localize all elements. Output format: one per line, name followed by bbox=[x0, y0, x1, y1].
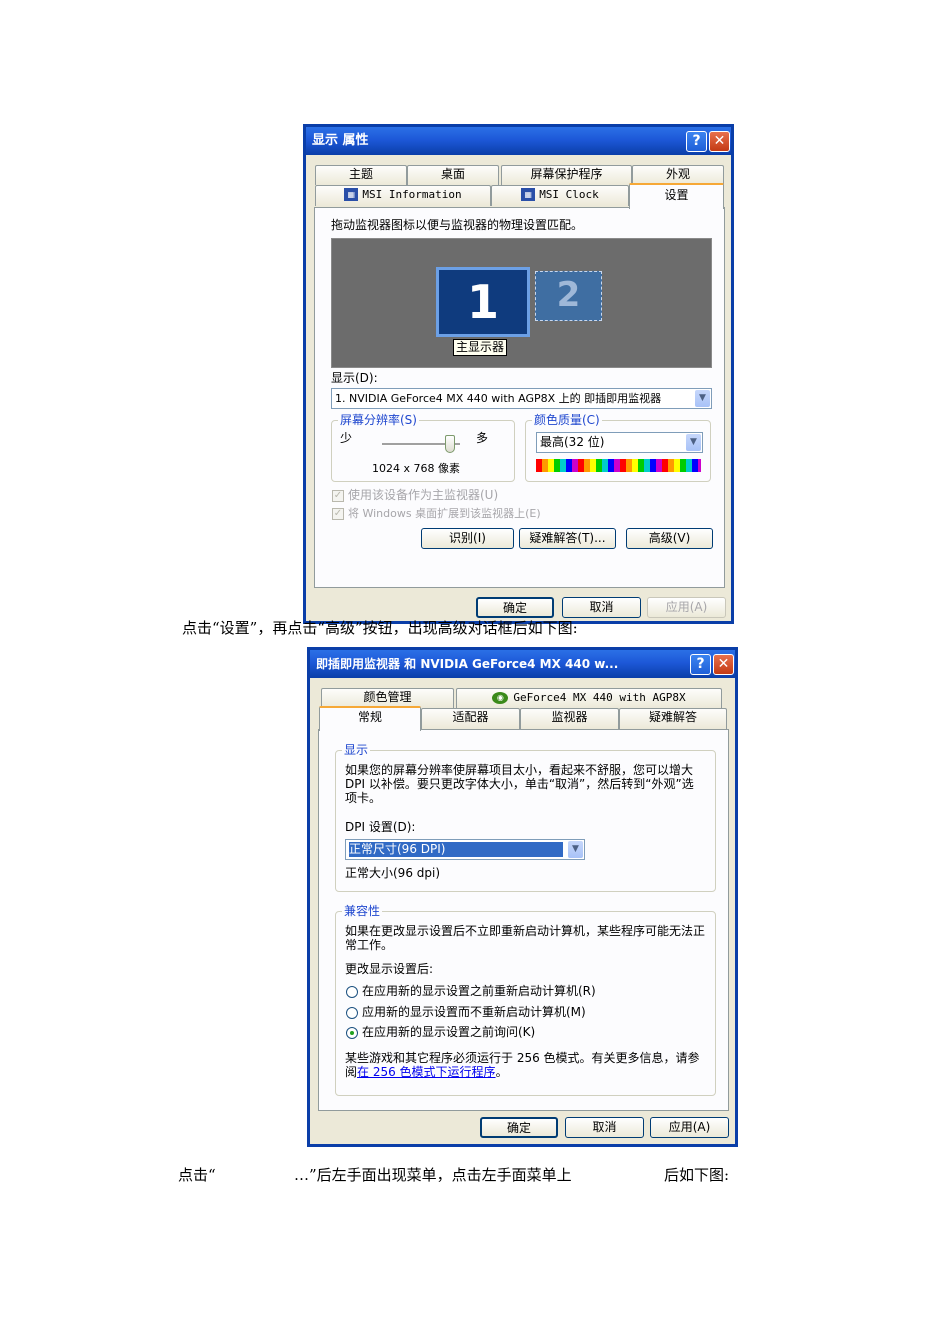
color-quality-value: 最高(32 位) bbox=[540, 435, 605, 449]
tab-color-management[interactable]: 颜色管理 bbox=[321, 688, 454, 708]
ok-button[interactable]: 确定 bbox=[476, 597, 554, 618]
monitor-2-number: 2 bbox=[556, 275, 581, 315]
tab-adapter[interactable]: 适配器 bbox=[421, 708, 520, 729]
settings-panel: 拖动监视器图标以便与监视器的物理设置匹配。 1 2 主显示器 显示(D): 1.… bbox=[314, 207, 725, 588]
instruction-line-2-part-2: …”后左手面出现菜单，点击左手面菜单上 bbox=[294, 1166, 572, 1184]
compat-footer-end: 。 bbox=[495, 1065, 508, 1079]
ask-before-apply-label[interactable]: 在应用新的显示设置之前询问(K) bbox=[362, 1025, 535, 1040]
resolution-group: 屏幕分辨率(S) 少 多 1024 x 768 像素 bbox=[331, 412, 515, 482]
restart-before-apply-radio[interactable] bbox=[346, 986, 358, 998]
tab-msi-information[interactable]: ▦ MSI Information bbox=[315, 185, 491, 206]
compat-footer: 某些游戏和其它程序必须运行于 256 色模式。有关更多信息，请参阅在 256 色… bbox=[345, 1051, 705, 1079]
resolution-more-label: 多 bbox=[476, 431, 489, 445]
color-quality-group: 颜色质量(C) 最高(32 位) ▼ bbox=[525, 412, 711, 482]
display-group: 显示 如果您的屏幕分辨率使屏幕项目太小，看起来不舒服，您可以增大 DPI 以补偿… bbox=[335, 742, 716, 892]
color-quality-select[interactable]: 最高(32 位) ▼ bbox=[536, 432, 703, 453]
msi-icon: ▦ bbox=[344, 188, 359, 201]
troubleshoot-button[interactable]: 疑难解答(T)... bbox=[519, 528, 616, 549]
chevron-down-icon[interactable]: ▼ bbox=[695, 390, 710, 407]
tab-settings[interactable]: 设置 bbox=[629, 183, 724, 209]
close-icon[interactable]: ✕ bbox=[709, 131, 730, 152]
monitor-2[interactable]: 2 bbox=[535, 271, 602, 321]
nvidia-icon: ◉ bbox=[492, 691, 509, 704]
resolution-legend: 屏幕分辨率(S) bbox=[338, 412, 419, 428]
256-color-link[interactable]: 在 256 色模式下运行程序 bbox=[357, 1065, 496, 1079]
tab-screensaver[interactable]: 屏幕保护程序 bbox=[501, 165, 632, 185]
help-icon[interactable]: ? bbox=[690, 654, 711, 675]
tab-msi-information-label: MSI Information bbox=[362, 188, 462, 201]
monitor-1-number: 1 bbox=[466, 275, 499, 329]
dpi-label: DPI 设置(D): bbox=[345, 820, 416, 834]
tab-appearance[interactable]: 外观 bbox=[632, 165, 724, 185]
tab-troubleshoot[interactable]: 疑难解答 bbox=[619, 708, 727, 729]
dpi-note: 正常大小(96 dpi) bbox=[345, 866, 441, 880]
instruction-line-1: 点击“设置”，再点击“高级”按钮，出现高级对话框后如下图: bbox=[182, 619, 578, 637]
advanced-button[interactable]: 高级(V) bbox=[626, 528, 713, 549]
display-legend: 显示 bbox=[342, 742, 371, 758]
monitor-arrangement-area[interactable]: 1 2 主显示器 bbox=[331, 238, 712, 368]
ask-before-apply-radio[interactable] bbox=[346, 1027, 358, 1039]
resolution-less-label: 少 bbox=[340, 431, 353, 445]
monitor-1[interactable]: 1 bbox=[436, 267, 530, 337]
apply-without-restart-label[interactable]: 应用新的显示设置而不重新启动计算机(M) bbox=[362, 1005, 586, 1020]
apply-button[interactable]: 应用(A) bbox=[650, 1117, 729, 1138]
tab-theme[interactable]: 主题 bbox=[315, 165, 407, 185]
tab-geforce-label: GeForce4 MX 440 with AGP8X bbox=[513, 691, 686, 704]
display-properties-dialog: 显示 属性 ? ✕ 主题 桌面 屏幕保护程序 外观 ▦ MSI Informati… bbox=[303, 124, 734, 624]
extend-desktop-checkbox[interactable]: ✓ bbox=[332, 508, 344, 520]
display-label: 显示(D): bbox=[331, 371, 378, 385]
advanced-properties-dialog: 即插即用监视器 和 NVIDIA GeForce4 MX 440 w... ? … bbox=[307, 647, 738, 1147]
help-icon[interactable]: ? bbox=[686, 131, 707, 152]
tab-general[interactable]: 常规 bbox=[319, 706, 421, 731]
compatibility-group: 兼容性 如果在更改显示设置后不立即重新启动计算机，某些程序可能无法正常工作。 更… bbox=[335, 903, 716, 1096]
ok-button[interactable]: 确定 bbox=[480, 1117, 558, 1138]
cancel-button[interactable]: 取消 bbox=[565, 1117, 644, 1138]
resolution-slider-thumb[interactable] bbox=[445, 435, 455, 453]
primary-monitor-checkbox[interactable]: ✓ bbox=[332, 490, 344, 502]
dpi-select-value: 正常尺寸(96 DPI) bbox=[349, 842, 563, 857]
instruction-text: 拖动监视器图标以便与监视器的物理设置匹配。 bbox=[331, 218, 584, 232]
resolution-value: 1024 x 768 像素 bbox=[372, 462, 460, 475]
tab-msi-clock-label: MSI Clock bbox=[539, 188, 599, 201]
chevron-down-icon[interactable]: ▼ bbox=[686, 434, 701, 451]
restart-before-apply-label[interactable]: 在应用新的显示设置之前重新启动计算机(R) bbox=[362, 984, 596, 999]
dpi-select[interactable]: 正常尺寸(96 DPI) ▼ bbox=[345, 839, 585, 860]
extend-desktop-checkbox-label: 将 Windows 桌面扩展到该监视器上(E) bbox=[348, 507, 541, 520]
identify-button[interactable]: 识别(I) bbox=[421, 528, 514, 549]
apply-button[interactable]: 应用(A) bbox=[647, 597, 726, 618]
display-select[interactable]: 1. NVIDIA GeForce4 MX 440 with AGP8X 上的 … bbox=[331, 388, 712, 409]
display-description: 如果您的屏幕分辨率使屏幕项目太小，看起来不舒服，您可以增大 DPI 以补偿。要只… bbox=[345, 763, 694, 805]
tab-msi-clock[interactable]: ▦ MSI Clock bbox=[491, 185, 629, 206]
apply-without-restart-radio[interactable] bbox=[346, 1007, 358, 1019]
tab-geforce[interactable]: ◉ GeForce4 MX 440 with AGP8X bbox=[456, 688, 722, 708]
primary-monitor-label: 主显示器 bbox=[453, 339, 508, 356]
after-change-label: 更改显示设置后: bbox=[345, 962, 434, 976]
cancel-button[interactable]: 取消 bbox=[562, 597, 641, 618]
color-spectrum-bar bbox=[536, 459, 701, 472]
dialog-title: 显示 属性 bbox=[306, 127, 731, 155]
dialog-title: 即插即用监视器 和 NVIDIA GeForce4 MX 440 w... bbox=[310, 650, 735, 678]
msi-icon: ▦ bbox=[521, 188, 536, 201]
compatibility-description: 如果在更改显示设置后不立即重新启动计算机，某些程序可能无法正常工作。 bbox=[345, 924, 706, 952]
tab-desktop[interactable]: 桌面 bbox=[407, 165, 499, 185]
tab-monitor[interactable]: 监视器 bbox=[520, 708, 619, 729]
close-icon[interactable]: ✕ bbox=[713, 654, 734, 675]
chevron-down-icon[interactable]: ▼ bbox=[568, 841, 583, 858]
instruction-line-2-part-3: 后如下图: bbox=[664, 1166, 730, 1184]
instruction-line-2-part-1: 点击“ bbox=[178, 1166, 216, 1184]
color-quality-legend: 颜色质量(C) bbox=[532, 412, 602, 428]
primary-monitor-checkbox-label: 使用该设备作为主监视器(U) bbox=[348, 488, 499, 502]
general-panel: 显示 如果您的屏幕分辨率使屏幕项目太小，看起来不舒服，您可以增大 DPI 以补偿… bbox=[318, 729, 729, 1111]
display-select-value: 1. NVIDIA GeForce4 MX 440 with AGP8X 上的 … bbox=[335, 392, 662, 405]
compatibility-legend: 兼容性 bbox=[342, 903, 383, 919]
